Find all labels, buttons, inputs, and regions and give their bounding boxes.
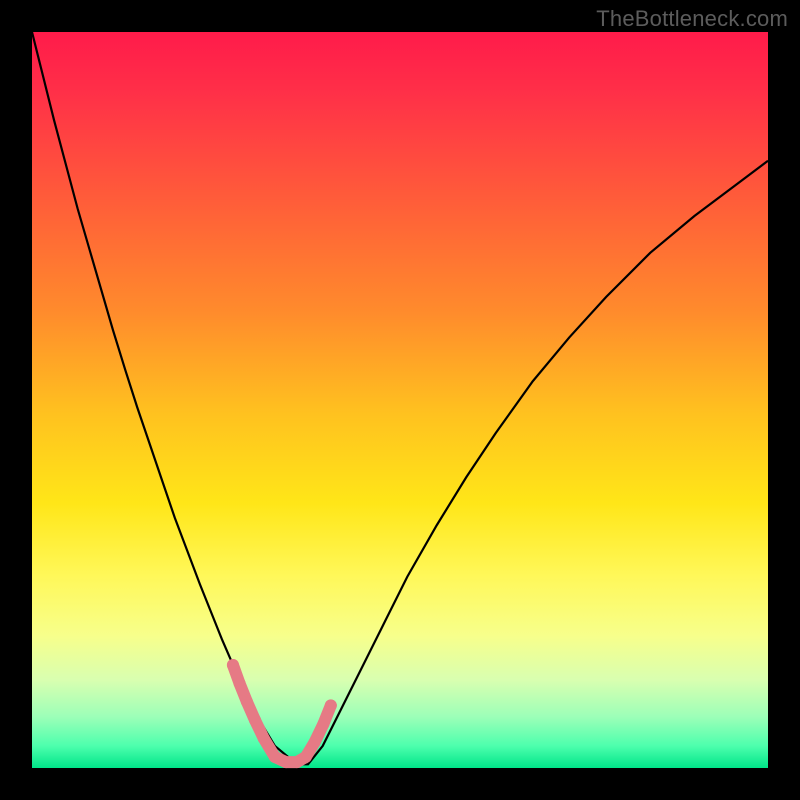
highlight-bead (234, 677, 246, 689)
highlight-bead (249, 714, 261, 726)
watermark-text: TheBottleneck.com (596, 6, 788, 32)
highlight-bead (280, 756, 292, 768)
highlight-bead (227, 659, 239, 671)
chart-container: TheBottleneck.com (0, 0, 800, 800)
highlight-bead (309, 736, 321, 748)
plot-background (32, 32, 768, 768)
highlight-bead (325, 699, 337, 711)
chart-svg (0, 0, 800, 800)
highlight-bead (241, 696, 253, 708)
highlight-bead (317, 718, 329, 730)
highlight-bead (258, 733, 270, 745)
highlight-bead (269, 751, 281, 763)
highlight-bead (300, 751, 312, 763)
